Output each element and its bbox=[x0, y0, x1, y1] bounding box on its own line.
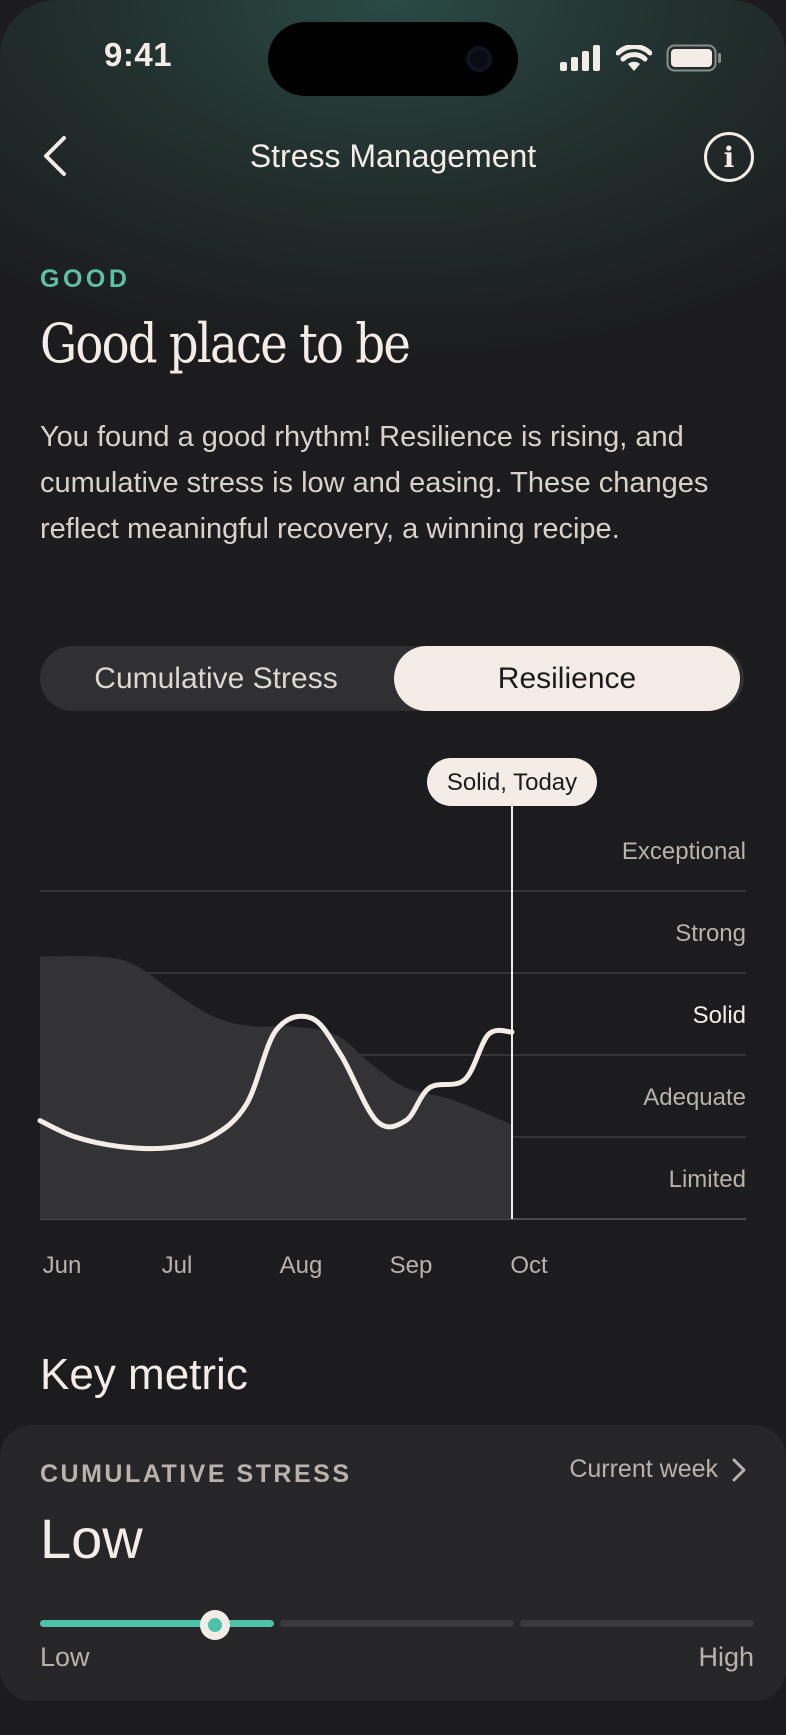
metric-toggle: Cumulative Stress Resilience bbox=[40, 646, 744, 711]
slider-segment bbox=[40, 1620, 274, 1627]
status-label: GOOD bbox=[40, 265, 131, 293]
chevron-right-icon bbox=[732, 1458, 746, 1481]
toggle-cumulative-stress[interactable]: Cumulative Stress bbox=[40, 646, 392, 711]
y-level-label: Strong bbox=[675, 920, 746, 947]
tooltip-text: Solid, Today bbox=[447, 769, 577, 796]
slider-thumb[interactable] bbox=[199, 1610, 230, 1640]
scale-low-label: Low bbox=[40, 1642, 90, 1672]
y-level-label: Adequate bbox=[643, 1084, 746, 1111]
x-tick-label: Sep bbox=[390, 1252, 433, 1279]
battery-icon bbox=[666, 44, 721, 72]
cellular-signal-icon bbox=[560, 45, 600, 71]
info-icon: i bbox=[723, 140, 735, 174]
slider-segment bbox=[520, 1620, 754, 1627]
info-button[interactable]: i bbox=[704, 132, 754, 182]
section-title: Key metric bbox=[40, 1350, 248, 1399]
scale-high-label: High bbox=[698, 1642, 754, 1672]
period-label: Current week bbox=[569, 1455, 718, 1483]
metric-value: Low bbox=[40, 1507, 143, 1570]
x-tick-labels: Jun Jul Aug Sep Oct bbox=[43, 1252, 548, 1279]
stress-level-slider bbox=[40, 1610, 754, 1640]
toggle-resilience[interactable]: Resilience bbox=[394, 646, 740, 711]
dynamic-island bbox=[268, 22, 518, 96]
headline: Good place to be bbox=[40, 312, 411, 375]
wifi-icon bbox=[616, 45, 652, 71]
cumulative-stress-area bbox=[40, 955, 512, 1219]
description: You found a good rhythm! Resilience is r… bbox=[40, 421, 709, 545]
period-selector[interactable]: Current week bbox=[569, 1455, 746, 1484]
x-tick-label: Jun bbox=[43, 1252, 82, 1279]
status-icons bbox=[560, 44, 722, 72]
tooltip: Solid, Today bbox=[427, 758, 597, 806]
x-tick-label: Jul bbox=[162, 1252, 193, 1279]
x-tick-label: Aug bbox=[280, 1252, 323, 1279]
status-time: 9:41 bbox=[104, 36, 173, 73]
page-title: Stress Management bbox=[249, 138, 537, 174]
x-tick-label: Oct bbox=[510, 1252, 548, 1279]
camera-icon bbox=[466, 46, 492, 72]
slider-segment bbox=[280, 1620, 514, 1627]
metric-label: CUMULATIVE STRESS bbox=[40, 1460, 352, 1488]
y-level-label: Solid bbox=[693, 1002, 746, 1029]
y-level-label: Limited bbox=[669, 1166, 746, 1193]
resilience-chart: Exceptional Strong Solid Adequate Limited So… bbox=[37, 758, 746, 1279]
y-level-label: Exceptional bbox=[622, 838, 746, 865]
